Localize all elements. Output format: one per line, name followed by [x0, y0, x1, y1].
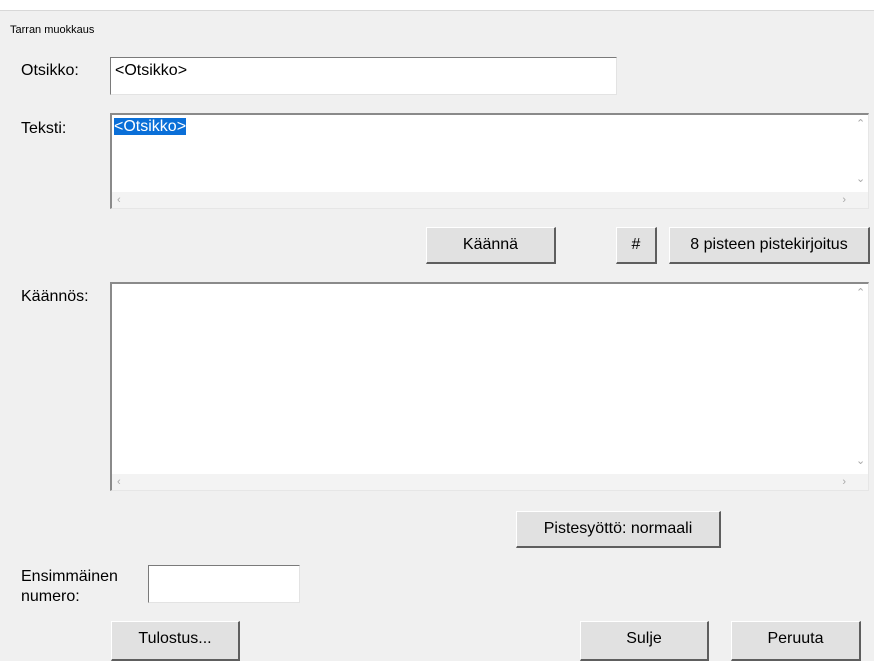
pistesyotto-button[interactable]: Pistesyöttö: normaali	[516, 511, 721, 548]
kaannos-horizontal-scrollbar[interactable]: ‹ ›	[112, 474, 868, 490]
teksti-value: <Otsikko>	[114, 118, 187, 135]
braille-8-dot-button[interactable]: 8 pisteen pistekirjoitus	[669, 227, 870, 264]
right-arrow-icon[interactable]: ›	[842, 194, 846, 206]
down-arrow-icon[interactable]: ⌄	[856, 173, 865, 185]
sulje-button[interactable]: Sulje	[580, 621, 709, 661]
teksti-vertical-scrollbar[interactable]: ⌃ ⌄	[852, 115, 868, 191]
ensimmainen-label-line1: Ensimmäinen	[21, 568, 118, 585]
otsikko-label: Otsikko:	[21, 62, 79, 79]
otsikko-field[interactable]: <Otsikko>	[110, 57, 617, 95]
otsikko-value: <Otsikko>	[115, 62, 188, 79]
up-arrow-icon[interactable]: ⌃	[856, 118, 865, 130]
right-arrow-icon[interactable]: ›	[842, 476, 846, 488]
left-arrow-icon[interactable]: ‹	[117, 194, 121, 206]
peruuta-button[interactable]: Peruuta	[731, 621, 861, 661]
dialog-title: Tarran muokkaus	[10, 24, 95, 36]
down-arrow-icon[interactable]: ⌄	[856, 455, 865, 467]
ensimmainen-numero-field[interactable]	[148, 565, 300, 603]
window-top-border	[0, 0, 874, 11]
tulostus-button[interactable]: Tulostus...	[111, 621, 240, 661]
left-arrow-icon[interactable]: ‹	[117, 476, 121, 488]
teksti-horizontal-scrollbar[interactable]: ‹ ›	[112, 192, 868, 208]
kaannos-vertical-scrollbar[interactable]: ⌃ ⌄	[852, 284, 868, 473]
hash-button[interactable]: #	[616, 227, 657, 264]
up-arrow-icon[interactable]: ⌃	[856, 287, 865, 299]
kaanna-button[interactable]: Käännä	[426, 227, 556, 264]
teksti-textarea[interactable]: <Otsikko> ⌃ ⌄ ‹ ›	[110, 113, 869, 209]
teksti-label: Teksti:	[21, 120, 67, 137]
ensimmainen-label-line2: numero:	[21, 588, 80, 605]
kaannos-label: Käännös:	[21, 288, 89, 305]
kaannos-textarea[interactable]: ⌃ ⌄ ‹ ›	[110, 282, 869, 491]
